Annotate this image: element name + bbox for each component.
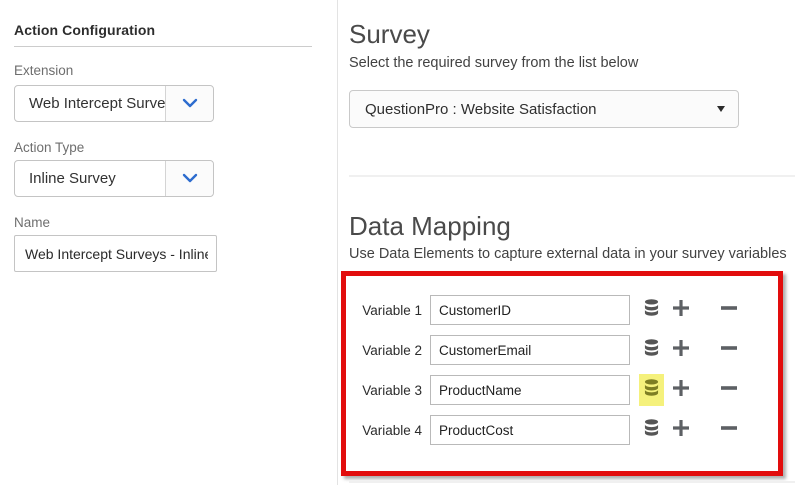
action-type-dropdown[interactable]: Inline Survey xyxy=(14,160,214,197)
plus-icon xyxy=(672,419,690,442)
variable-label: Variable 2 xyxy=(350,343,422,358)
section-divider xyxy=(349,175,795,177)
name-input[interactable] xyxy=(14,235,217,272)
add-variable-button[interactable] xyxy=(672,341,690,359)
survey-select-value: QuestionPro : Website Satisfaction xyxy=(350,101,717,118)
extension-dropdown-value: Web Intercept Surveys xyxy=(15,86,165,121)
data-element-button[interactable] xyxy=(639,334,664,366)
action-type-dropdown-button[interactable] xyxy=(165,161,213,196)
remove-variable-button[interactable] xyxy=(720,301,738,319)
select-caret-icon xyxy=(717,106,725,112)
database-icon xyxy=(644,299,659,322)
variable-input[interactable] xyxy=(430,375,630,405)
data-element-button[interactable] xyxy=(639,294,664,326)
minus-icon xyxy=(720,419,738,442)
database-icon xyxy=(644,419,659,442)
add-variable-button[interactable] xyxy=(672,381,690,399)
data-mapping-title: Data Mapping xyxy=(349,211,511,242)
survey-select[interactable]: QuestionPro : Website Satisfaction xyxy=(349,90,739,128)
variable-row: Variable 1 xyxy=(350,295,775,325)
action-type-label: Action Type xyxy=(14,140,84,155)
survey-section-title: Survey xyxy=(349,19,430,50)
plus-icon xyxy=(672,299,690,322)
chevron-down-icon xyxy=(182,170,198,188)
variable-row: Variable 3 xyxy=(350,375,775,405)
variable-label: Variable 4 xyxy=(350,423,422,438)
sidebar-title-divider xyxy=(14,46,312,47)
minus-icon xyxy=(720,299,738,322)
add-variable-button[interactable] xyxy=(672,301,690,319)
action-type-dropdown-value: Inline Survey xyxy=(15,161,165,196)
variable-label: Variable 3 xyxy=(350,383,422,398)
minus-icon xyxy=(720,339,738,362)
database-icon xyxy=(644,339,659,362)
bottom-divider xyxy=(349,481,795,483)
variable-input[interactable] xyxy=(430,335,630,365)
action-configuration-title: Action Configuration xyxy=(14,22,155,38)
panel-divider xyxy=(337,0,338,485)
extension-dropdown[interactable]: Web Intercept Surveys xyxy=(14,85,214,122)
variable-row: Variable 4 xyxy=(350,415,775,445)
plus-icon xyxy=(672,339,690,362)
variable-row: Variable 2 xyxy=(350,335,775,365)
variable-label: Variable 1 xyxy=(350,303,422,318)
minus-icon xyxy=(720,379,738,402)
name-label: Name xyxy=(14,215,50,230)
variable-input[interactable] xyxy=(430,415,630,445)
add-variable-button[interactable] xyxy=(672,421,690,439)
database-icon xyxy=(644,379,659,402)
data-mapping-subtitle: Use Data Elements to capture external da… xyxy=(349,246,787,262)
extension-label: Extension xyxy=(14,63,73,78)
data-element-button[interactable] xyxy=(639,414,664,446)
remove-variable-button[interactable] xyxy=(720,381,738,399)
remove-variable-button[interactable] xyxy=(720,341,738,359)
remove-variable-button[interactable] xyxy=(720,421,738,439)
data-element-button-highlighted[interactable] xyxy=(639,374,664,406)
variable-input[interactable] xyxy=(430,295,630,325)
survey-section-subtitle: Select the required survey from the list… xyxy=(349,55,638,71)
plus-icon xyxy=(672,379,690,402)
chevron-down-icon xyxy=(182,95,198,113)
extension-dropdown-button[interactable] xyxy=(165,86,213,121)
